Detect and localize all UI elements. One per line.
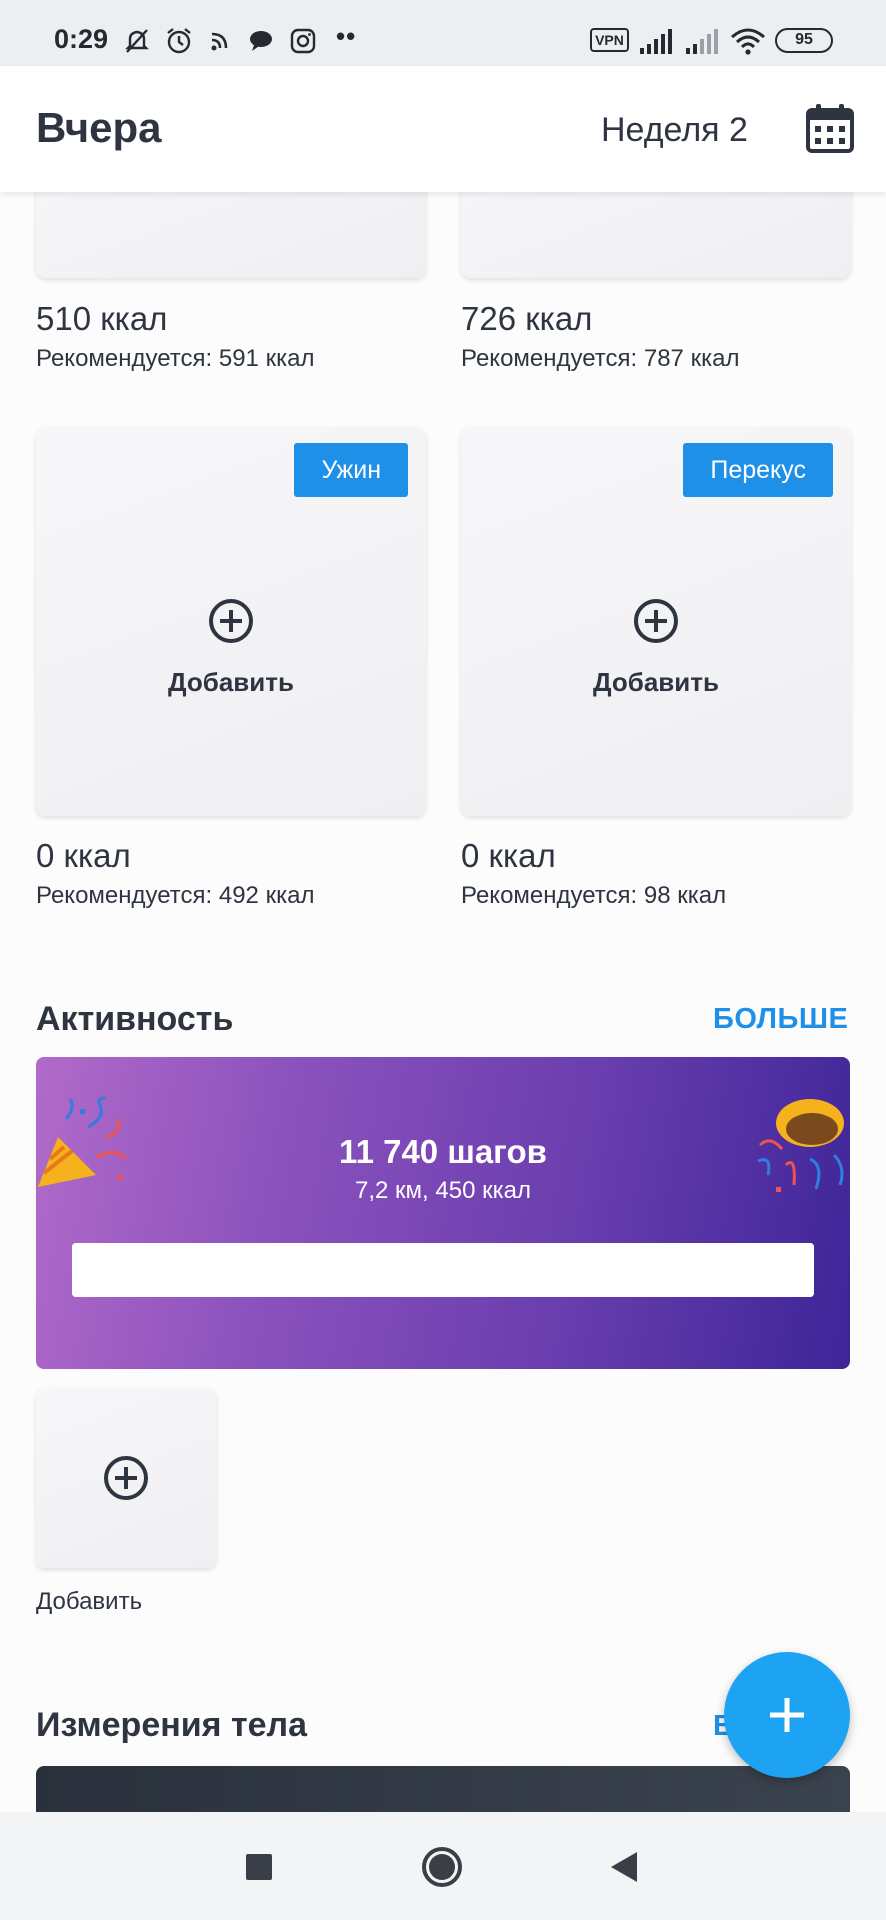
page-title: Вчера: [36, 104, 162, 151]
body-measurements-title: Измерения тела: [36, 1706, 308, 1744]
back-triangle-icon[interactable]: [609, 1846, 639, 1888]
meal-kcal: 0 ккал: [36, 837, 131, 874]
steps-card[interactable]: 11 740 шагов 7,2 км, 450 ккал: [36, 1057, 850, 1369]
add-meal-label: Добавить: [168, 667, 294, 697]
rss-icon: [211, 32, 228, 51]
meal-kcal: 726 ккал: [461, 300, 593, 337]
meal-tag-snack: Перекус: [683, 443, 833, 497]
steps-progress-fill: [72, 1243, 814, 1297]
battery-indicator: 95: [775, 28, 833, 53]
add-fab-button[interactable]: [724, 1652, 850, 1778]
add-circle-icon: [209, 599, 253, 643]
calendar-icon[interactable]: [805, 102, 855, 154]
vpn-badge: VPN: [590, 28, 629, 52]
meal-recommended: Рекомендуется: 787 ккал: [461, 345, 740, 372]
add-activity-button[interactable]: [36, 1388, 216, 1568]
meal-kcal: 510 ккал: [36, 300, 168, 337]
activity-more-link[interactable]: БОЛЬШЕ: [713, 1003, 848, 1036]
steps-count: 11 740 шагов: [339, 1133, 547, 1170]
status-bar: 0:29 •• VPN 95: [0, 0, 886, 66]
system-nav-bar: [0, 1812, 886, 1920]
meal-tag-dinner: Ужин: [294, 443, 408, 497]
home-circle-icon[interactable]: [421, 1846, 463, 1888]
alarm-icon: [167, 28, 191, 54]
add-activity-label: Добавить: [36, 1588, 143, 1615]
meal-recommended: Рекомендуется: 98 ккал: [461, 882, 727, 909]
steps-details: 7,2 км, 450 ккал: [355, 1177, 531, 1204]
add-circle-icon: [634, 599, 678, 643]
add-meal-label: Добавить: [593, 667, 719, 697]
meal-recommended: Рекомендуется: 492 ккал: [36, 882, 315, 909]
week-selector[interactable]: Неделя 2: [601, 111, 748, 150]
signal-2-icon: [686, 29, 718, 54]
meal-kcal: 0 ккал: [461, 837, 556, 874]
meal-recommended: Рекомендуется: 591 ккал: [36, 345, 315, 372]
status-time: 0:29: [54, 24, 109, 54]
meal-card-dinner[interactable]: Ужин Добавить: [36, 427, 426, 816]
steps-progress-bar: [72, 1243, 814, 1297]
app-header: Вчера Неделя 2: [0, 66, 886, 192]
plus-icon: [770, 1698, 804, 1732]
more-notifications-icon: ••: [336, 21, 357, 51]
instagram-icon: [290, 28, 316, 54]
chat-icon: [250, 31, 272, 51]
recents-square-icon[interactable]: [246, 1846, 272, 1886]
party-popper-icon-right: [757, 1099, 844, 1192]
activity-title: Активность: [36, 1000, 234, 1038]
meal-card-snack[interactable]: Перекус Добавить: [461, 427, 851, 816]
add-circle-icon: [104, 1456, 148, 1500]
signal-icon: [640, 29, 672, 54]
wifi-icon: [731, 28, 765, 55]
mute-icon: [125, 29, 149, 53]
